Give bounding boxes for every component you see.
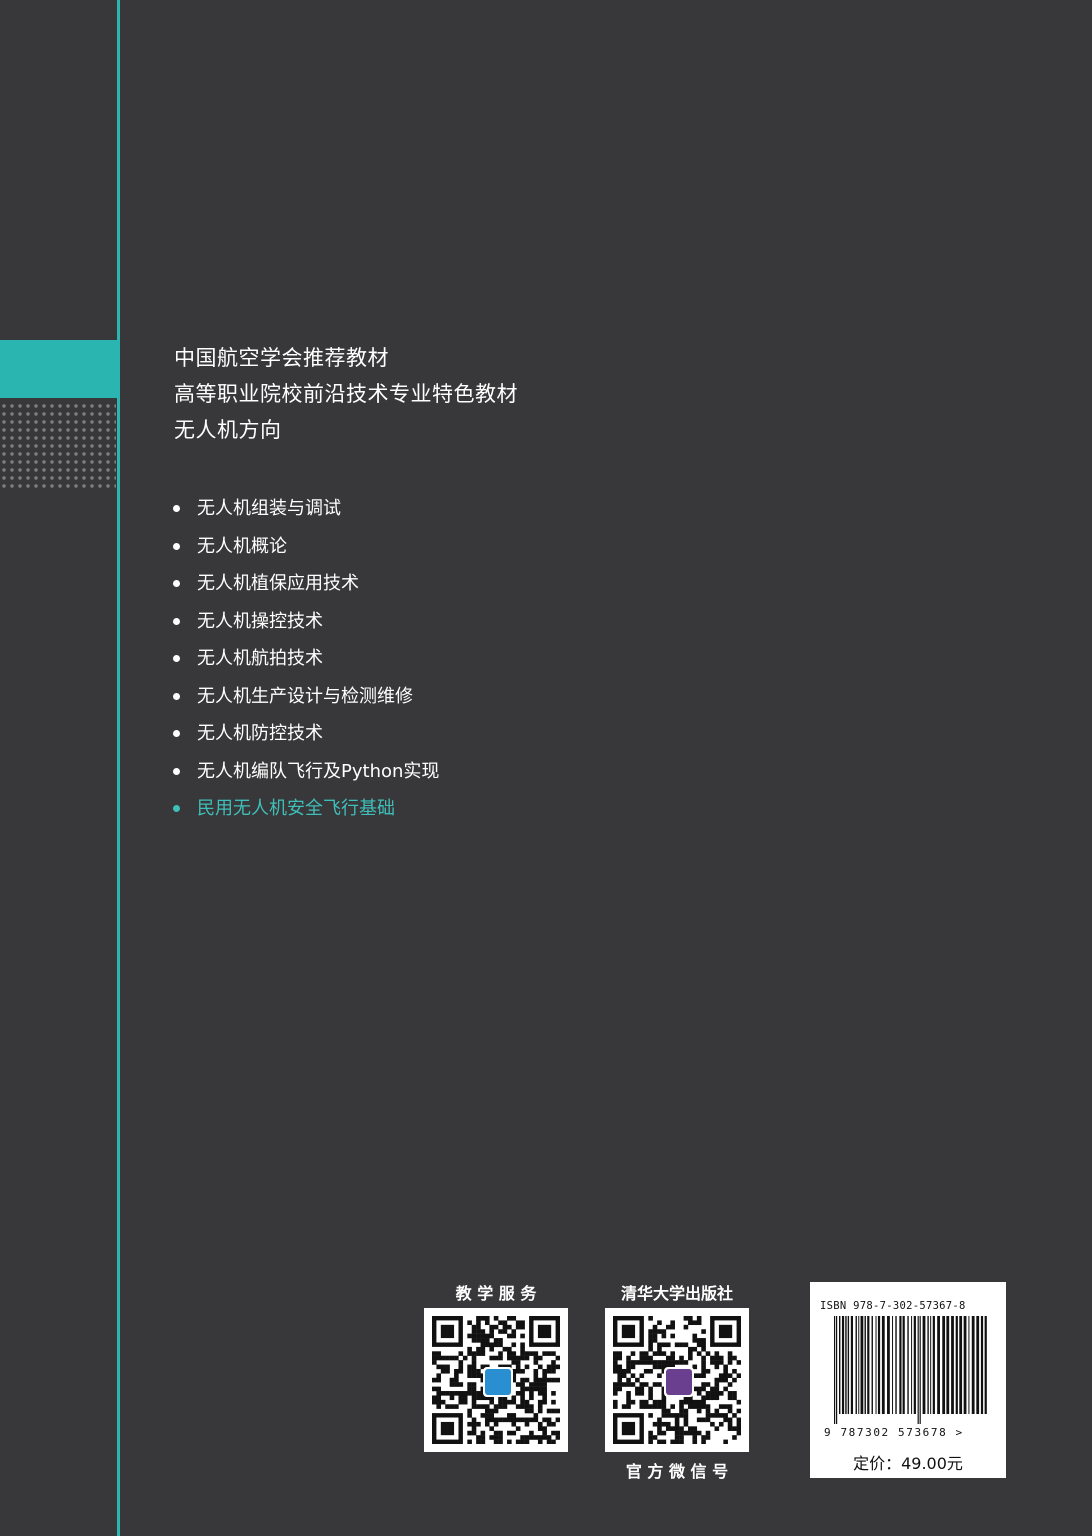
book-list-item: 无人机编队飞行及Python实现 <box>172 753 439 791</box>
book-list-item: 无人机航拍技术 <box>172 640 439 678</box>
publisher-logo-icon <box>664 1367 694 1397</box>
series-line-1: 中国航空学会推荐教材 <box>174 346 389 370</box>
qr-code-publisher[interactable] <box>605 1308 749 1452</box>
qr-teaching-caption: 教 学 服 务 <box>455 1284 537 1303</box>
book-list-item: 无人机生产设计与检测维修 <box>172 678 439 716</box>
qr-code-teaching-service[interactable] <box>424 1308 568 1452</box>
qr-publisher-caption: 清华大学出版社 <box>620 1284 733 1303</box>
vertical-accent-line <box>117 0 120 1536</box>
book-list: 无人机组装与调试 无人机概论 无人机植保应用技术 无人机操控技术 无人机航拍技术… <box>172 490 439 828</box>
isbn-barcode-panel: ISBN 978-7-302-57367-8 9 787302 573678 >… <box>810 1282 1006 1478</box>
book-list-item: 无人机概论 <box>172 528 439 566</box>
book-list-item-current: 民用无人机安全飞行基础 <box>172 790 439 828</box>
barcode-icon <box>834 1316 987 1424</box>
qr-wechat-caption: 官 方 微 信 号 <box>625 1462 729 1481</box>
book-list-item: 无人机植保应用技术 <box>172 565 439 603</box>
price-label: 定价：49.00元 <box>853 1454 963 1473</box>
book-list-item: 无人机组装与调试 <box>172 490 439 528</box>
isbn-text: ISBN 978-7-302-57367-8 <box>820 1300 966 1312</box>
service-logo-icon <box>483 1367 513 1397</box>
series-line-2: 高等职业院校前沿技术专业特色教材 <box>174 382 518 406</box>
dot-pattern <box>0 402 116 490</box>
teal-accent-block <box>0 340 118 398</box>
book-list-item: 无人机防控技术 <box>172 715 439 753</box>
series-heading: 中国航空学会推荐教材 高等职业院校前沿技术专业特色教材 无人机方向 <box>174 340 518 448</box>
book-list-item: 无人机操控技术 <box>172 603 439 641</box>
ean-digits: 9 787302 573678 > <box>824 1426 964 1439</box>
series-line-3: 无人机方向 <box>174 418 282 442</box>
